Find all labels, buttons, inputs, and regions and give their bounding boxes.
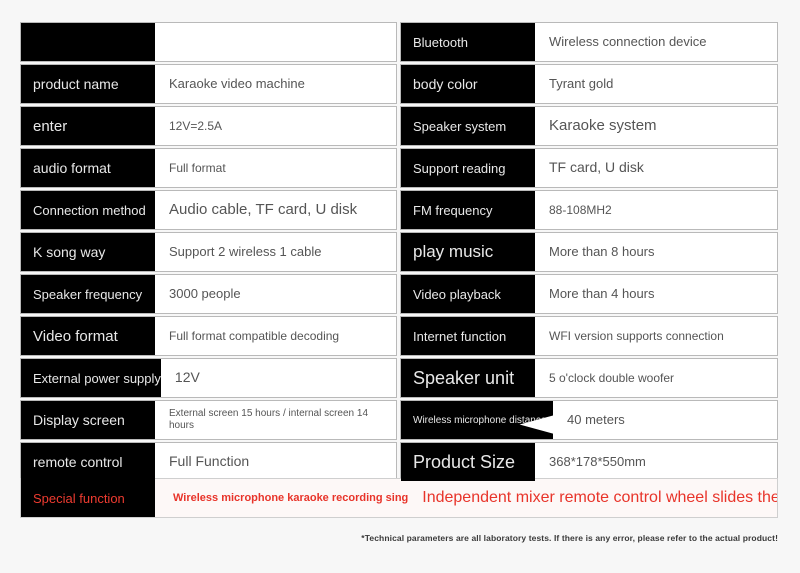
spec-value: Audio cable, TF card, U disk <box>155 191 396 229</box>
special-function-value-secondary: Independent mixer remote control wheel s… <box>422 489 778 506</box>
spec-label: External power supply <box>21 359 161 397</box>
table-row: Product Size 368*178*550mm <box>400 442 778 482</box>
table-row: Bluetooth Wireless connection device <box>400 22 778 62</box>
spec-label: body color <box>401 65 535 103</box>
spec-value: Full Function <box>155 443 396 481</box>
spec-value: Full format compatible decoding <box>155 317 396 355</box>
spec-value: WFI version supports connection <box>535 317 777 355</box>
table-row: audio format Full format <box>20 148 397 188</box>
spec-label: Speaker frequency <box>21 275 155 313</box>
spec-value: More than 8 hours <box>535 233 777 271</box>
spec-value: Support 2 wireless 1 cable <box>155 233 396 271</box>
spec-value: 40 meters <box>553 401 777 439</box>
spec-table-left: product name Karaoke video machine enter… <box>20 22 397 482</box>
spec-label: audio format <box>21 149 155 187</box>
spec-value <box>155 23 396 61</box>
special-function-value-primary: Wireless microphone karaoke recording si… <box>173 492 409 504</box>
spec-value: 5 o'clock double woofer <box>535 359 777 397</box>
spec-value: 12V <box>160 359 396 397</box>
spec-value: 12V=2.5A <box>155 107 396 145</box>
spec-label: Internet function <box>401 317 535 355</box>
spec-label: Speaker system <box>401 107 535 145</box>
spec-label: play music <box>401 233 535 271</box>
spec-label: Display screen <box>21 401 155 439</box>
spec-label: Video format <box>21 317 155 355</box>
table-row: External power supply 12V <box>20 358 397 398</box>
spec-label: Speaker unit <box>401 359 535 397</box>
table-row: Internet function WFI version supports c… <box>400 316 778 356</box>
table-row: K song way Support 2 wireless 1 cable <box>20 232 397 272</box>
spec-label: FM frequency <box>401 191 535 229</box>
spec-label: product name <box>21 65 155 103</box>
spec-value: External screen 15 hours / internal scre… <box>155 401 396 439</box>
spec-label: Product Size <box>401 443 535 481</box>
table-row: Connection method Audio cable, TF card, … <box>20 190 397 230</box>
spec-value: 368*178*550mm <box>535 443 777 481</box>
table-row: Wireless microphone distance 40 meters <box>400 400 778 440</box>
table-row: body color Tyrant gold <box>400 64 778 104</box>
spec-label: Bluetooth <box>401 23 535 61</box>
table-row: Speaker frequency 3000 people <box>20 274 397 314</box>
special-function-row: Special function Wireless microphone kar… <box>20 478 778 518</box>
table-row: remote control Full Function <box>20 442 397 482</box>
spec-label: remote control <box>21 443 155 481</box>
footer-disclaimer: *Technical parameters are all laboratory… <box>361 533 778 543</box>
spec-table-right: Bluetooth Wireless connection device bod… <box>400 22 778 482</box>
table-row: Video format Full format compatible deco… <box>20 316 397 356</box>
spec-sheet: product name Karaoke video machine enter… <box>0 0 800 573</box>
spec-value: 3000 people <box>155 275 396 313</box>
spec-label: Video playback <box>401 275 535 313</box>
spec-label: Wireless microphone distance <box>401 401 553 439</box>
spec-label: Support reading <box>401 149 535 187</box>
table-row: product name Karaoke video machine <box>20 64 397 104</box>
spec-value: 88-108MH2 <box>535 191 777 229</box>
spec-value: TF card, U disk <box>535 149 777 187</box>
special-function-values: Wireless microphone karaoke recording si… <box>155 479 778 517</box>
spec-label <box>21 23 155 61</box>
spec-label: enter <box>21 107 155 145</box>
table-row: play music More than 8 hours <box>400 232 778 272</box>
spec-value: Karaoke system <box>535 107 777 145</box>
spec-value: Karaoke video machine <box>155 65 396 103</box>
spec-label: K song way <box>21 233 155 271</box>
special-function-label: Special function <box>21 479 155 517</box>
table-row: Support reading TF card, U disk <box>400 148 778 188</box>
spec-value: More than 4 hours <box>535 275 777 313</box>
table-row: enter 12V=2.5A <box>20 106 397 146</box>
spec-value: Wireless connection device <box>535 23 777 61</box>
spec-value: Full format <box>155 149 396 187</box>
spec-value: Tyrant gold <box>535 65 777 103</box>
table-row: FM frequency 88-108MH2 <box>400 190 778 230</box>
spec-label-text: External power supply <box>33 370 161 386</box>
spec-label: Connection method <box>21 191 155 229</box>
table-row: Speaker unit 5 o'clock double woofer <box>400 358 778 398</box>
table-row: Speaker system Karaoke system <box>400 106 778 146</box>
table-row: Video playback More than 4 hours <box>400 274 778 314</box>
table-row <box>20 22 397 62</box>
table-row: Display screen External screen 15 hours … <box>20 400 397 440</box>
